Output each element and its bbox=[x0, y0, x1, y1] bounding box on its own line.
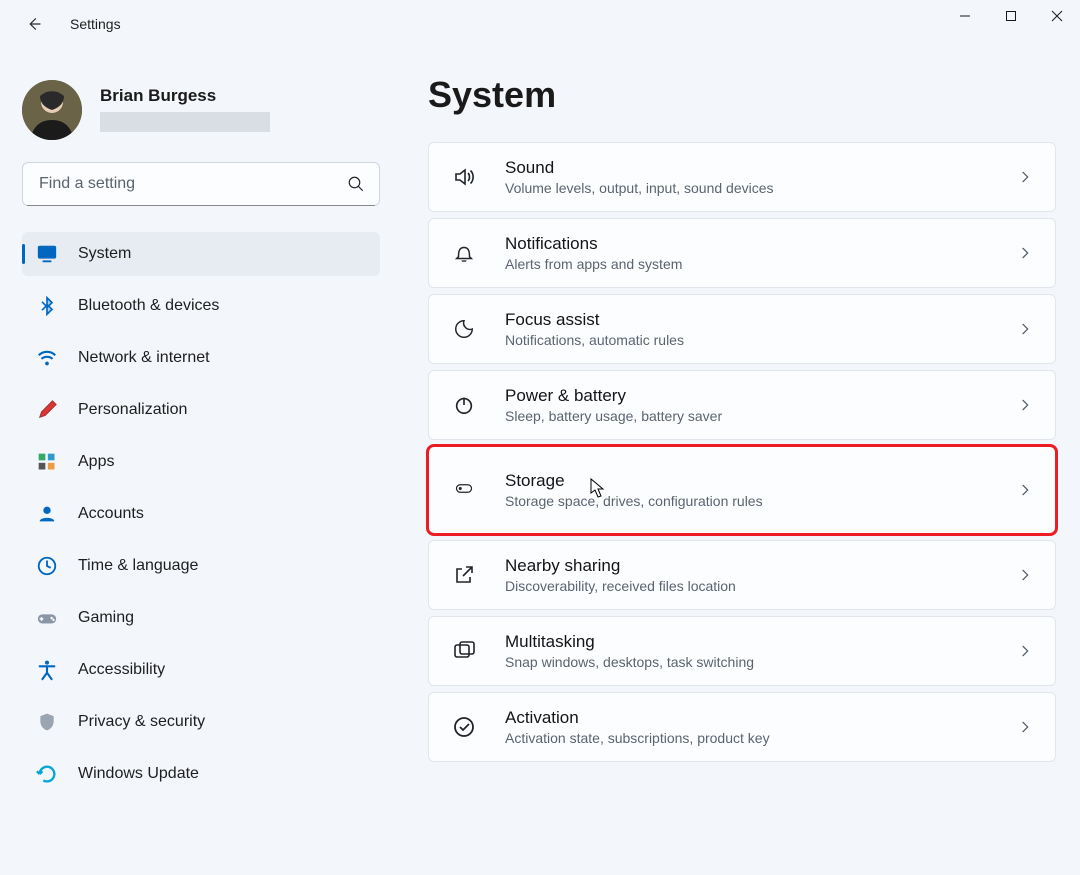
card-subtitle: Alerts from apps and system bbox=[505, 256, 989, 272]
storage-icon bbox=[451, 477, 477, 503]
nav-list: System Bluetooth & devices Network & inter… bbox=[22, 232, 380, 796]
settings-window: Settings bbox=[0, 0, 1080, 875]
search-box[interactable] bbox=[22, 162, 380, 206]
personalization-icon bbox=[36, 399, 58, 421]
gaming-icon bbox=[36, 607, 58, 629]
sidebar-item-label: Accounts bbox=[78, 505, 144, 523]
card-power-battery[interactable]: Power & battery Sleep, battery usage, bat… bbox=[428, 370, 1056, 440]
sidebar-item-gaming[interactable]: Gaming bbox=[22, 596, 380, 640]
card-subtitle: Notifications, automatic rules bbox=[505, 332, 989, 348]
chevron-right-icon bbox=[1017, 321, 1033, 337]
sidebar-item-accounts[interactable]: Accounts bbox=[22, 492, 380, 536]
window-title: Settings bbox=[70, 16, 121, 32]
profile-name: Brian Burgess bbox=[100, 80, 270, 106]
card-title: Power & battery bbox=[505, 386, 989, 406]
maximize-button[interactable] bbox=[988, 0, 1034, 32]
sound-icon bbox=[451, 164, 477, 190]
card-title: Notifications bbox=[505, 234, 989, 254]
card-title: Focus assist bbox=[505, 310, 989, 330]
apps-icon bbox=[36, 451, 58, 473]
chevron-right-icon bbox=[1017, 567, 1033, 583]
sidebar-item-label: Network & internet bbox=[78, 349, 210, 367]
close-button[interactable] bbox=[1034, 0, 1080, 32]
sidebar-item-label: Gaming bbox=[78, 609, 134, 627]
sidebar-item-label: Windows Update bbox=[78, 765, 199, 783]
time-language-icon bbox=[36, 555, 58, 577]
card-activation[interactable]: Activation Activation state, subscription… bbox=[428, 692, 1056, 762]
card-subtitle: Discoverability, received files location bbox=[505, 578, 989, 594]
card-subtitle: Snap windows, desktops, task switching bbox=[505, 654, 989, 670]
sidebar-item-label: Bluetooth & devices bbox=[78, 297, 219, 315]
sidebar-item-time-language[interactable]: Time & language bbox=[22, 544, 380, 588]
avatar bbox=[22, 80, 82, 140]
card-subtitle: Activation state, subscriptions, product… bbox=[505, 730, 989, 746]
power-battery-icon bbox=[451, 392, 477, 418]
chevron-right-icon bbox=[1017, 719, 1033, 735]
card-storage[interactable]: Storage Storage space, drives, configurat… bbox=[428, 446, 1056, 534]
sidebar: Brian Burgess System Bluetooth & devices N… bbox=[0, 48, 400, 875]
sidebar-item-label: Apps bbox=[78, 453, 114, 471]
minimize-icon bbox=[959, 10, 971, 22]
windows-update-icon bbox=[36, 763, 58, 785]
network-internet-icon bbox=[36, 347, 58, 369]
card-sound[interactable]: Sound Volume levels, output, input, sound… bbox=[428, 142, 1056, 212]
window-controls bbox=[942, 0, 1080, 32]
card-focus-assist[interactable]: Focus assist Notifications, automatic rul… bbox=[428, 294, 1056, 364]
sidebar-item-system[interactable]: System bbox=[22, 232, 380, 276]
card-title: Multitasking bbox=[505, 632, 989, 652]
card-title: Nearby sharing bbox=[505, 556, 989, 576]
card-nearby-sharing[interactable]: Nearby sharing Discoverability, received … bbox=[428, 540, 1056, 610]
back-button[interactable] bbox=[14, 4, 54, 44]
card-subtitle: Volume levels, output, input, sound devi… bbox=[505, 180, 989, 196]
accessibility-icon bbox=[36, 659, 58, 681]
chevron-right-icon bbox=[1017, 169, 1033, 185]
card-title: Sound bbox=[505, 158, 989, 178]
search-icon bbox=[347, 175, 365, 193]
chevron-right-icon bbox=[1017, 482, 1033, 498]
chevron-right-icon bbox=[1017, 643, 1033, 659]
sidebar-item-label: Accessibility bbox=[78, 661, 165, 679]
card-multitasking[interactable]: Multitasking Snap windows, desktops, task… bbox=[428, 616, 1056, 686]
sidebar-item-apps[interactable]: Apps bbox=[22, 440, 380, 484]
chevron-right-icon bbox=[1017, 245, 1033, 261]
system-icon bbox=[36, 243, 58, 265]
sidebar-item-label: Privacy & security bbox=[78, 713, 205, 731]
card-title: Storage bbox=[505, 471, 989, 491]
main-panel: System Sound Volume levels, output, input… bbox=[400, 48, 1080, 875]
sidebar-item-privacy-security[interactable]: Privacy & security bbox=[22, 700, 380, 744]
card-title: Activation bbox=[505, 708, 989, 728]
chevron-right-icon bbox=[1017, 397, 1033, 413]
titlebar: Settings bbox=[0, 0, 1080, 48]
focus-assist-icon bbox=[451, 316, 477, 342]
close-icon bbox=[1051, 10, 1063, 22]
sidebar-item-personalization[interactable]: Personalization bbox=[22, 388, 380, 432]
maximize-icon bbox=[1005, 10, 1017, 22]
sidebar-item-accessibility[interactable]: Accessibility bbox=[22, 648, 380, 692]
multitasking-icon bbox=[451, 638, 477, 664]
sidebar-item-label: Personalization bbox=[78, 401, 187, 419]
sidebar-item-windows-update[interactable]: Windows Update bbox=[22, 752, 380, 796]
back-arrow-icon bbox=[25, 15, 43, 33]
notifications-icon bbox=[451, 240, 477, 266]
privacy-security-icon bbox=[36, 711, 58, 733]
bluetooth-devices-icon bbox=[36, 295, 58, 317]
card-subtitle: Sleep, battery usage, battery saver bbox=[505, 408, 989, 424]
page-title: System bbox=[428, 74, 1056, 116]
content: Brian Burgess System Bluetooth & devices N… bbox=[0, 48, 1080, 875]
search-input[interactable] bbox=[37, 174, 347, 194]
profile-block[interactable]: Brian Burgess bbox=[22, 80, 380, 140]
sidebar-item-label: System bbox=[78, 245, 131, 263]
accounts-icon bbox=[36, 503, 58, 525]
card-notifications[interactable]: Notifications Alerts from apps and system bbox=[428, 218, 1056, 288]
avatar-image bbox=[22, 80, 82, 140]
activation-icon bbox=[451, 714, 477, 740]
sidebar-item-bluetooth-devices[interactable]: Bluetooth & devices bbox=[22, 284, 380, 328]
sidebar-item-label: Time & language bbox=[78, 557, 198, 575]
card-subtitle: Storage space, drives, configuration rul… bbox=[505, 493, 989, 509]
sidebar-item-network-internet[interactable]: Network & internet bbox=[22, 336, 380, 380]
card-list: Sound Volume levels, output, input, sound… bbox=[428, 142, 1056, 762]
profile-email-redacted bbox=[100, 112, 270, 132]
nearby-sharing-icon bbox=[451, 562, 477, 588]
minimize-button[interactable] bbox=[942, 0, 988, 32]
